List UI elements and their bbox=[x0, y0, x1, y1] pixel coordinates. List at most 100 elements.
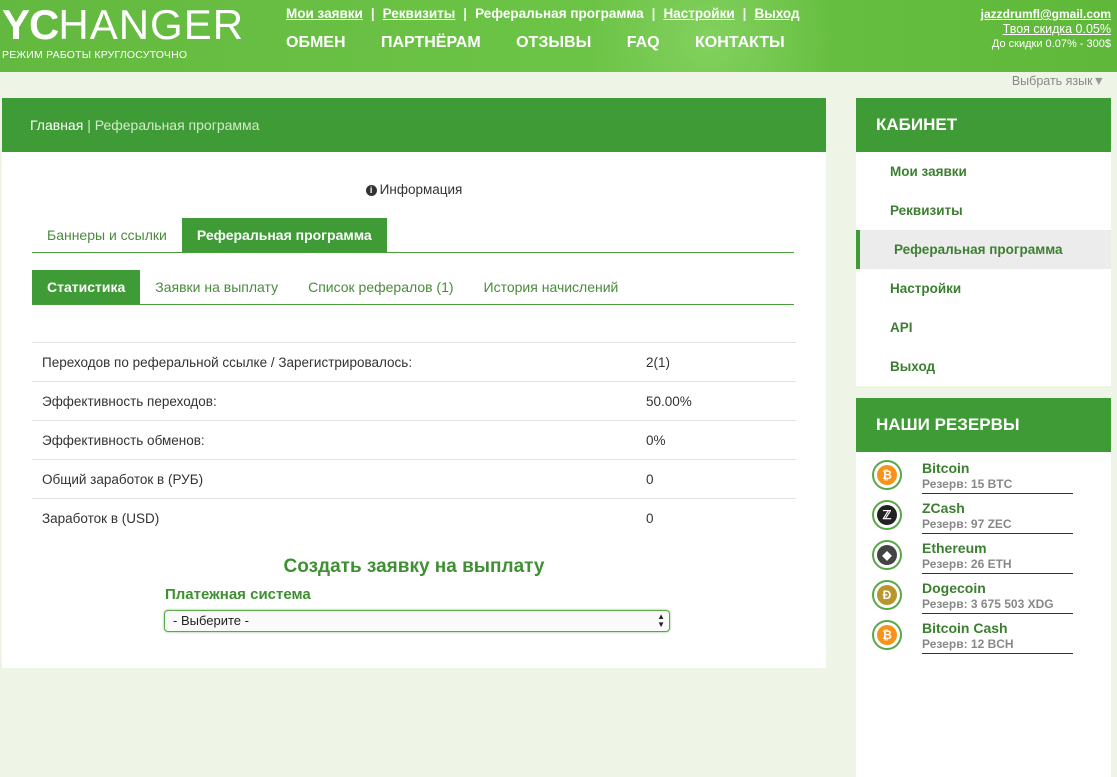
sidebar-item-logout[interactable]: Выход bbox=[856, 347, 1111, 386]
top-link-requisites[interactable]: Реквизиты bbox=[383, 6, 456, 21]
top-link-my-orders[interactable]: Мои заявки bbox=[286, 6, 363, 21]
cabinet-title: КАБИНЕТ bbox=[856, 98, 1111, 152]
triangle-down-icon: ▼ bbox=[1092, 74, 1105, 88]
stat-value: 0 bbox=[636, 459, 796, 499]
sidebar-item-api[interactable]: API bbox=[856, 308, 1111, 347]
info-label: Информация bbox=[379, 182, 463, 197]
zcash-icon: ℤ bbox=[872, 500, 902, 530]
table-row: Эффективность обменов: 0% bbox=[32, 420, 796, 460]
sidebar-item-settings[interactable]: Настройки bbox=[856, 269, 1111, 308]
list-item[interactable]: ₿ Bitcoin Cash Резерв: 12 BCH bbox=[856, 617, 1111, 657]
breadcrumb-separator: | bbox=[87, 117, 91, 133]
dogecoin-icon: Ð bbox=[872, 580, 902, 610]
stat-value: 0 bbox=[636, 498, 796, 537]
payout-title: Создать заявку на выплату bbox=[283, 556, 545, 577]
separator: | bbox=[742, 6, 747, 21]
top-link-referral[interactable]: Реферальная программа bbox=[475, 6, 644, 21]
nav-reviews[interactable]: ОТЗЫВЫ bbox=[516, 34, 591, 51]
stat-label: Эффективность переходов: bbox=[32, 381, 636, 421]
next-discount-text: До скидки 0.07% - 300$ bbox=[991, 38, 1111, 50]
logo-bold: YC bbox=[2, 1, 59, 48]
reserve-name: Ethereum bbox=[922, 540, 987, 556]
reserve-amount: Резерв: 3 675 503 XDG bbox=[922, 597, 1073, 614]
cabinet-menu: Мои заявки Реквизиты Реферальная програм… bbox=[856, 152, 1111, 386]
separator: | bbox=[651, 6, 656, 21]
tab-banners[interactable]: Баннеры и ссылки bbox=[32, 218, 182, 252]
stat-label: Заработок в (USD) bbox=[32, 498, 636, 537]
info-icon: i bbox=[365, 185, 377, 196]
top-link-settings[interactable]: Настройки bbox=[663, 6, 734, 21]
stat-label: Переходов по реферальной ссылке / Зареги… bbox=[32, 342, 636, 382]
reserve-name: Bitcoin Cash bbox=[922, 620, 1008, 636]
stat-value: 2(1) bbox=[636, 342, 796, 382]
reserve-name: Bitcoin bbox=[922, 460, 970, 476]
user-box: jazzdrumfl@gmail.com Твоя скидка 0.05% Д… bbox=[981, 7, 1111, 52]
tab-accrual-history[interactable]: История начислений bbox=[469, 270, 634, 304]
payment-system-select[interactable]: - Выберите - ▲ ▼ bbox=[164, 610, 670, 632]
reserve-amount: Резерв: 26 ETH bbox=[922, 557, 1073, 574]
payment-system-label: Платежная система bbox=[165, 586, 311, 603]
main-content: Главная | Реферальная программа i Информа… bbox=[2, 98, 826, 668]
list-item[interactable]: ◆ Ethereum Резерв: 26 ETH bbox=[856, 537, 1111, 577]
tab-statistics[interactable]: Статистика bbox=[32, 270, 141, 304]
tab-referral-program[interactable]: Реферальная программа bbox=[181, 218, 387, 252]
top-link-logout[interactable]: Выход bbox=[754, 6, 799, 21]
nav-partners[interactable]: ПАРТНЁРАМ bbox=[381, 34, 481, 51]
sidebar-item-my-orders[interactable]: Мои заявки bbox=[856, 152, 1111, 191]
reserve-amount: Резерв: 12 BCH bbox=[922, 637, 1073, 654]
site-header: YCHANGER РЕЖИМ РАБОТЫ КРУГЛОСУТОЧНО Мои … bbox=[0, 0, 1117, 72]
coin-glyph: Ð bbox=[877, 585, 897, 605]
nav-faq[interactable]: FAQ bbox=[627, 34, 660, 51]
breadcrumb-home[interactable]: Главная bbox=[30, 117, 83, 133]
coin-glyph: ◆ bbox=[877, 545, 897, 565]
site-logo[interactable]: YCHANGER РЕЖИМ РАБОТЫ КРУГЛОСУТОЧНО bbox=[2, 1, 245, 68]
reserve-amount: Резерв: 15 BTC bbox=[922, 477, 1073, 494]
tab-payout-requests[interactable]: Заявки на выплату bbox=[140, 270, 293, 304]
table-row: Заработок в (USD) 0 bbox=[32, 498, 796, 537]
user-email-link[interactable]: jazzdrumfl@gmail.com bbox=[981, 7, 1111, 22]
nav-contacts[interactable]: КОНТАКТЫ bbox=[695, 34, 785, 51]
info-link[interactable]: i Информация bbox=[2, 182, 826, 197]
bitcoin-cash-icon: ₿ bbox=[872, 620, 902, 650]
stat-value: 0% bbox=[636, 420, 796, 460]
separator: | bbox=[370, 6, 375, 21]
reserve-amount: Резерв: 97 ZEC bbox=[922, 517, 1073, 534]
separator: | bbox=[463, 6, 468, 21]
table-row: Общий заработок в (РУБ) 0 bbox=[32, 459, 796, 499]
logo-rest: HANGER bbox=[58, 1, 245, 48]
nav-exchange[interactable]: ОБМЕН bbox=[286, 34, 346, 51]
table-row: Переходов по реферальной ссылке / Зареги… bbox=[32, 342, 796, 382]
list-item[interactable]: ℤ ZCash Резерв: 97 ZEC bbox=[856, 497, 1111, 537]
sidebar-item-requisites[interactable]: Реквизиты bbox=[856, 191, 1111, 230]
stat-value: 50.00% bbox=[636, 381, 796, 421]
reserve-name: ZCash bbox=[922, 500, 965, 516]
coin-glyph: ℤ bbox=[877, 505, 897, 525]
coin-glyph: ₿ bbox=[877, 465, 897, 485]
table-row: Эффективность переходов: 50.00% bbox=[32, 381, 796, 421]
stat-label: Эффективность обменов: bbox=[32, 420, 636, 460]
reserves-list: ₿ Bitcoin Резерв: 15 BTC ℤ ZCash Резерв:… bbox=[856, 452, 1111, 777]
discount-link[interactable]: Твоя скидка 0.05% bbox=[981, 22, 1111, 37]
breadcrumb-current: Реферальная программа bbox=[94, 117, 260, 133]
list-item[interactable]: ₿ Bitcoin Резерв: 15 BTC bbox=[856, 457, 1111, 497]
stats-table: Переходов по реферальной ссылке / Зареги… bbox=[32, 342, 796, 537]
top-links: Мои заявки | Реквизиты | Реферальная програм… bbox=[286, 6, 800, 21]
logo-tagline: РЕЖИМ РАБОТЫ КРУГЛОСУТОЧНО bbox=[2, 49, 188, 61]
select-arrows-icon: ▲ ▼ bbox=[657, 612, 665, 629]
sidebar-item-referral[interactable]: Реферальная программа bbox=[856, 230, 1111, 269]
main-nav: ОБМЕН ПАРТНЁРАМ ОТЗЫВЫ FAQ КОНТАКТЫ bbox=[286, 34, 816, 52]
language-label: Выбрать язык bbox=[1011, 74, 1093, 88]
list-item[interactable]: Ð Dogecoin Резерв: 3 675 503 XDG bbox=[856, 577, 1111, 617]
reserves-title: НАШИ РЕЗЕРВЫ bbox=[856, 398, 1111, 452]
language-selector[interactable]: Выбрать язык▼ bbox=[1012, 74, 1105, 88]
reserve-name: Dogecoin bbox=[922, 580, 986, 596]
coin-glyph: ₿ bbox=[877, 625, 897, 645]
ethereum-icon: ◆ bbox=[872, 540, 902, 570]
main-tabs: Баннеры и ссылки Реферальная программа bbox=[32, 218, 794, 253]
sidebar: КАБИНЕТ Мои заявки Реквизиты Реферальная… bbox=[856, 98, 1111, 777]
breadcrumb: Главная | Реферальная программа bbox=[2, 98, 826, 152]
select-value: - Выберите - bbox=[173, 613, 249, 628]
logo-wordmark: YCHANGER bbox=[2, 1, 245, 48]
tab-referral-list[interactable]: Список рефералов (1) bbox=[293, 270, 468, 304]
stat-label: Общий заработок в (РУБ) bbox=[32, 459, 636, 499]
